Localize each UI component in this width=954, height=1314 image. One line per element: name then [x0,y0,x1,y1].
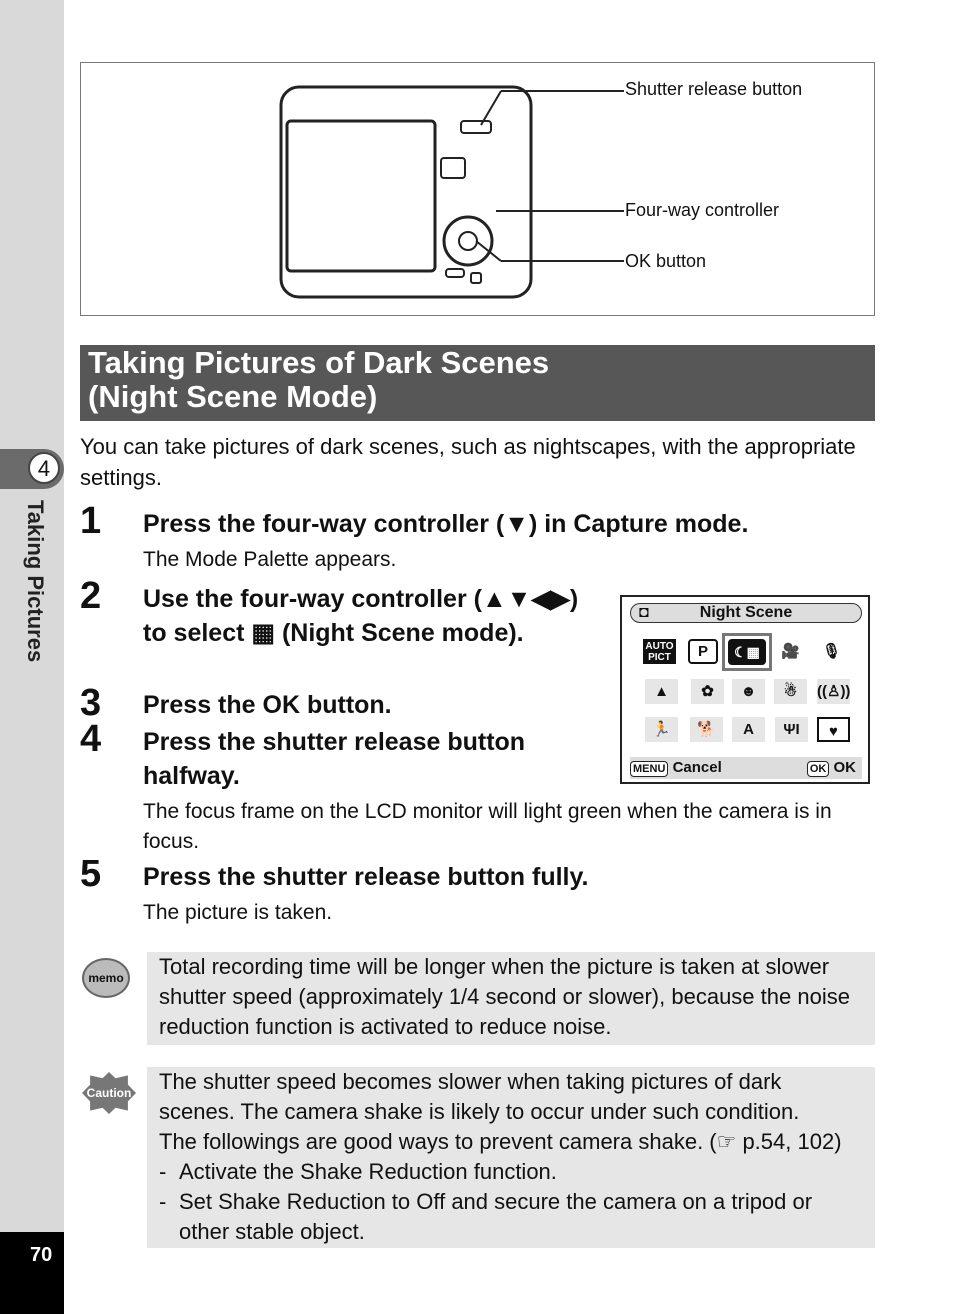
intro-text: You can take pictures of dark scenes, su… [80,434,856,490]
camera-illustration [279,85,624,299]
step-text: Use the four-way controller (▲▼◀▶) to se… [143,585,579,647]
chapter-number: 4 [28,452,60,484]
snow-icon[interactable]: ☃ [774,679,807,704]
caution-bullet: Activate the Shake Reduction function. [179,1159,557,1184]
chapter-title: Taking Pictures [23,500,48,663]
step-number: 5 [80,853,102,895]
step-number: 1 [80,500,102,542]
caution-note: The shutter speed becomes slower when ta… [147,1067,875,1248]
food-icon[interactable]: ΨI [775,717,808,742]
flower-icon[interactable]: ✿ [691,679,724,704]
callout-ok: OK button [625,251,707,271]
memo-note: Total recording time will be longer when… [147,952,875,1045]
mode-palette-screen: ◘ Night Scene AUTO PICT P ☾▦ 🎥 🎙 ▲ ✿ ☻ ☃… [620,595,870,784]
program-icon[interactable]: P [688,639,718,664]
palette-header: ◘ Night Scene [630,603,862,623]
cancel-label[interactable]: Cancel [673,759,722,776]
step-text: Press the four-way controller (▼) in Cap… [143,510,749,538]
menu-key-icon: MENU [630,761,669,777]
step-sub: The Mode Palette appears. [143,548,397,571]
step-sub: The picture is taken. [143,901,333,924]
memo-icon: memo [82,958,130,998]
caution-icon: Caution [82,1072,136,1114]
frame-icon[interactable]: ♥ [817,717,850,742]
step-sub: The focus frame on the LCD monitor will … [143,800,832,853]
step-text: Press the OK button. [143,691,392,719]
caution-bullet: Set Shake Reduction to Off and secure th… [179,1189,813,1244]
step-text: Press the shutter release button fully. [143,863,589,891]
palette-footer: MENU Cancel OK OK [630,757,862,779]
text-icon[interactable]: A [732,717,765,742]
movie-icon[interactable]: 🎥 [774,639,807,664]
callout-four-way: Four-way controller [625,200,780,220]
step-text: Press the shutter release button halfway… [143,728,526,790]
section-title: Taking Pictures of Dark Scenes (Night Sc… [80,345,875,421]
pet-icon[interactable]: 🐕 [690,717,723,742]
landscape-icon[interactable]: ▲ [645,679,678,704]
page-number: 70 [0,1232,64,1314]
sport-icon[interactable]: 🏃 [645,717,678,742]
portrait-icon[interactable]: ☻ [732,679,765,704]
night-scene-icon[interactable]: ☾▦ [722,633,772,671]
caution-line: The followings are good ways to prevent … [159,1129,842,1154]
auto-pict-icon[interactable]: AUTO PICT [643,639,676,664]
palette-mode-name: Night Scene [699,604,793,621]
caution-line: The shutter speed becomes slower when ta… [159,1069,800,1124]
camera-figure: Shutter release button Four-way controll… [80,62,875,316]
title-line-1: Taking Pictures of Dark Scenes [88,345,550,380]
sound-icon[interactable]: ((♙)) [817,679,850,704]
step-number: 4 [80,718,102,760]
ok-key-icon: OK [806,761,830,777]
ok-label[interactable]: OK [834,759,857,776]
voice-recording-icon[interactable]: 🎙 [815,639,848,664]
title-line-2: (Night Scene Mode) [88,379,378,414]
step-number: 2 [80,575,102,617]
camera-icon: ◘ [639,604,649,621]
callout-shutter: Shutter release button [625,79,803,99]
